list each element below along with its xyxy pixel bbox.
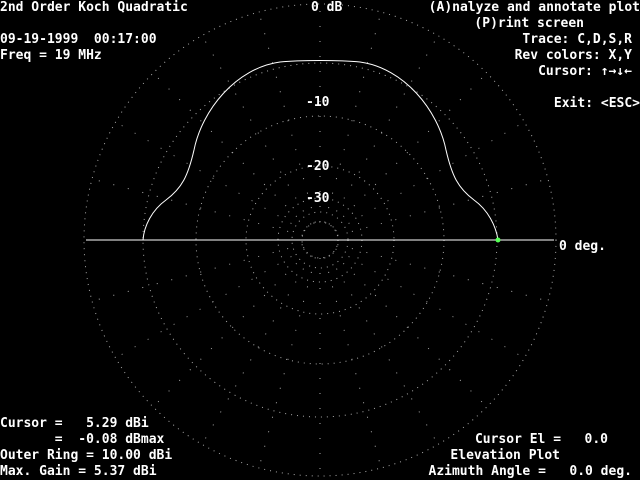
cursor-keys-hint: Cursor: ↑→↓←: [538, 64, 632, 79]
grid-spoke: [332, 252, 488, 408]
grid-spoke: [115, 121, 305, 232]
grid-spoke: [152, 252, 308, 408]
grid-spoke: [332, 72, 488, 228]
outer-ring: Outer Ring = 10.00 dBi: [0, 448, 173, 463]
ring-label-minus-10: -10: [306, 95, 330, 110]
grid-spoke: [152, 72, 308, 228]
zero-deg-label: 0 deg.: [559, 239, 606, 254]
analyze-menu-item[interactable]: (A)nalyze and annotate plot: [429, 0, 640, 16]
cursor-dbi: Cursor = 5.29 dBi: [0, 416, 149, 431]
grid-spoke: [337, 178, 549, 236]
grid-spoke: [324, 257, 382, 469]
trace-menu-item[interactable]: Trace: C,D,S,R: [522, 32, 632, 48]
grid-spoke: [201, 35, 312, 225]
grid-spoke: [335, 248, 525, 359]
date-time: 09-19-1999 00:17:00: [0, 32, 157, 47]
grid-spoke: [337, 244, 549, 302]
exit-menu-item[interactable]: Exit: <ESC>: [554, 96, 640, 112]
ring-label-minus-30: -30: [306, 191, 330, 206]
grid-spoke: [91, 244, 303, 302]
cursor-dbmax: = -0.08 dBmax: [0, 432, 165, 447]
grid-spoke: [91, 178, 303, 236]
plot-type: Elevation Plot: [450, 448, 560, 463]
frequency: Freq = 19 MHz: [0, 48, 102, 63]
radiation-pattern-trace: [142, 60, 499, 241]
cursor-marker[interactable]: [495, 237, 501, 243]
rev-colors-menu-item[interactable]: Rev colors: X,Y: [515, 48, 632, 64]
cursor-elevation: Cursor El = 0.0: [474, 432, 608, 447]
grid-spoke: [201, 255, 312, 445]
azimuth-angle: Azimuth Angle = 0.0 deg.: [428, 464, 633, 479]
grid-spoke: [335, 121, 525, 232]
plot-title: 2nd Order Koch Quadratic: [0, 0, 188, 15]
grid-spoke: [324, 11, 382, 223]
grid-spoke: [328, 255, 439, 445]
print-menu-item[interactable]: (P)rint screen: [474, 16, 584, 32]
grid-spoke: [328, 35, 439, 225]
zero-db-label: 0 dB: [311, 0, 343, 15]
grid-spoke: [115, 248, 305, 359]
ring-label-minus-20: -20: [306, 159, 330, 174]
max-gain: Max. Gain = 5.37 dBi: [0, 464, 157, 479]
grid-spoke: [258, 257, 316, 469]
